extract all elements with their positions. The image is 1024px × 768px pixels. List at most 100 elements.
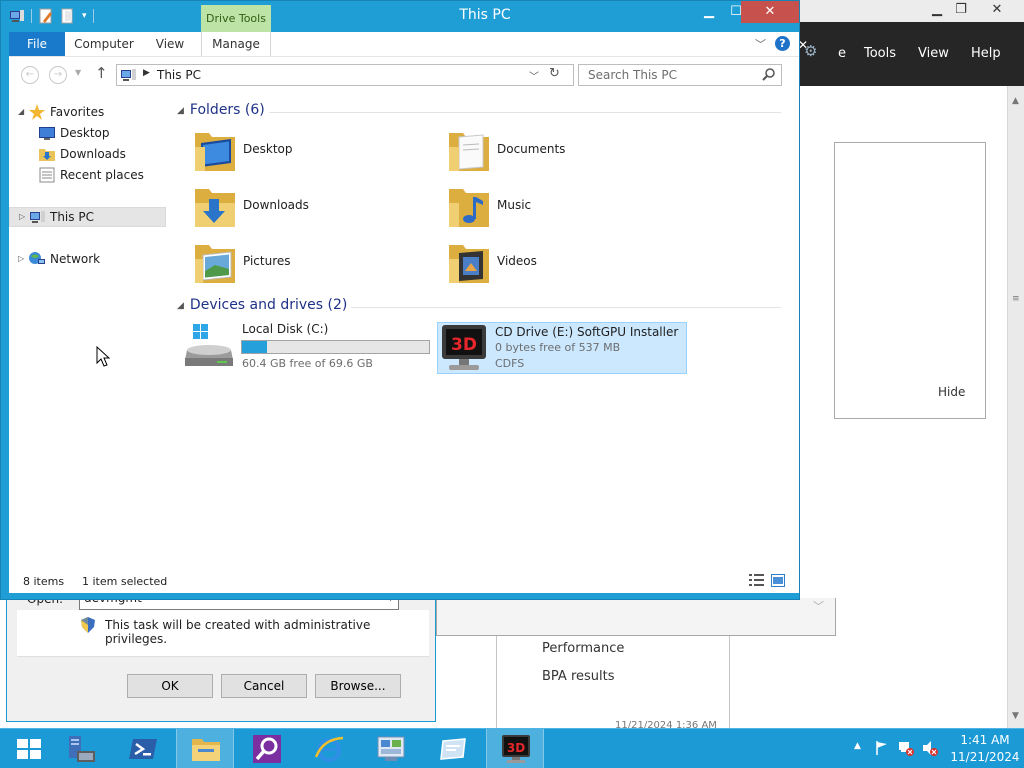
menu-tools[interactable]: Tools [864,46,896,61]
chevron-down-icon[interactable]: ﹀ [813,598,824,614]
breadcrumb-chevron-icon[interactable]: ▶ [143,68,150,78]
tree-item-favorites[interactable]: ◢ Favorites [9,102,166,122]
server-manager-icon [69,736,95,762]
minimize-button[interactable]: ▁ [695,1,723,23]
browse-button[interactable]: Browse... [315,674,401,698]
scroll-down-icon[interactable]: ▼ [1012,711,1019,721]
address-row: ← → ▼ ↑ ▶ This PC ﹀ ↻ [9,56,799,92]
menu-view[interactable]: View [918,46,949,61]
tree-label: Network [50,252,101,266]
help-icon[interactable]: ? [775,36,790,51]
close-button[interactable]: ✕ [741,1,799,23]
group-title: Folders (6) [189,102,265,118]
tree-label: Favorites [50,105,105,119]
scroll-thumb-grip-icon[interactable]: ≡ [1012,294,1020,304]
menu-help[interactable]: Help [971,46,1001,61]
show-hidden-icons-icon[interactable]: ▲ [854,741,861,751]
tree-item-network[interactable]: ▷ Network [9,249,166,269]
recent-locations-icon[interactable]: ▼ [75,68,81,77]
folder-item-videos[interactable]: Videos [435,237,685,291]
tab-manage[interactable]: Manage [201,32,271,56]
folder-item-documents[interactable]: Documents [435,125,685,179]
tab-computer[interactable]: Computer [69,32,139,56]
taskbar-search-tool[interactable] [238,729,296,768]
folder-item-pictures[interactable]: Pictures [181,237,431,291]
expand-ribbon-icon[interactable]: ﹀ [755,36,766,52]
expand-icon[interactable]: ▷ [18,249,24,269]
folder-item-downloads[interactable]: Downloads [181,181,431,235]
tile-performance[interactable]: Performance [542,641,624,656]
refresh-icon[interactable]: ↻ [549,66,560,81]
taskbar-3d-text: 3D [507,741,525,755]
tab-view[interactable]: View [147,32,193,56]
softgpu-3d-icon: 3D [442,325,486,370]
taskbar-file-explorer[interactable] [176,729,234,768]
documents-folder-icon [449,133,489,171]
action-center-flag-icon[interactable] [874,740,890,756]
taskbar-server-manager[interactable] [52,729,110,768]
tree-item-this-pc[interactable]: ▷ This PC [9,207,166,227]
title-bar[interactable]: ▾ Drive Tools This PC ▁ ☐ ✕ [1,1,799,32]
taskbar-powershell[interactable] [114,729,172,768]
up-arrow-icon[interactable]: ↑ [95,64,108,82]
search-input[interactable] [580,66,758,84]
control-panel-icon [377,736,405,761]
tile-bpa-results[interactable]: BPA results [542,669,615,684]
hide-link[interactable]: Hide [938,385,965,399]
server-manager-menubar: ✕ e Tools View Help [796,22,1024,86]
network-error-icon[interactable] [898,740,914,756]
folder-label: Pictures [243,254,291,268]
address-dropdown-icon[interactable]: ﹀ [529,68,539,83]
ok-button[interactable]: OK [127,674,213,698]
forward-button[interactable]: → [49,66,67,84]
drive-name: CD Drive (E:) SoftGPU Installer [495,325,679,339]
group-header-devices[interactable]: ◢ Devices and drives (2) [177,297,347,317]
tree-item-desktop[interactable]: Desktop [9,123,166,143]
folder-item-music[interactable]: Music [435,181,685,235]
tree-label: This PC [50,210,94,224]
search-icon[interactable] [761,67,777,83]
desktop-icon [39,127,55,140]
clock-date[interactable]: 11/21/2024 [950,750,1020,764]
tree-label: Recent places [60,168,144,182]
gear-icon[interactable]: ⚙ [804,42,817,60]
group-collapse-icon[interactable]: ◢ [177,106,184,116]
scroll-up-icon[interactable]: ▲ [1012,96,1019,106]
drive-item-e[interactable]: 3D CD Drive (E:) SoftGPU Installer 0 byt… [437,322,687,374]
details-view-icon[interactable] [749,574,764,587]
window-title: This PC [459,7,511,23]
downloads-folder-icon [195,189,235,227]
taskbar-softgpu-installer[interactable]: 3D [486,729,544,768]
hard-disk-icon [185,324,233,366]
breadcrumb[interactable]: This PC [157,68,201,82]
taskbar-control-panel[interactable] [362,729,420,768]
group-divider [351,307,781,308]
collapse-icon[interactable]: ◢ [18,102,24,122]
address-bar[interactable]: ▶ This PC ﹀ ↻ [116,64,574,86]
cancel-button[interactable]: Cancel [221,674,307,698]
group-collapse-icon[interactable]: ◢ [177,301,184,311]
group-header-folders[interactable]: ◢ Folders (6) [177,102,265,122]
tab-file[interactable]: File [9,32,65,56]
folder-item-desktop[interactable]: Desktop [181,125,431,179]
ribbon-tab-bar: File Computer View Manage ﹀ ? [9,32,799,56]
uac-shield-icon [81,617,95,633]
file-explorer-window: ▾ Drive Tools This PC ▁ ☐ ✕ File Compute… [0,0,800,600]
large-icons-view-icon[interactable] [771,574,785,587]
bg-close-button[interactable]: ✕ [980,0,1014,20]
volume-muted-icon[interactable] [922,740,938,756]
taskbar-internet-explorer[interactable] [300,729,358,768]
tree-item-recent-places[interactable]: Recent places [9,165,166,185]
tree-item-downloads[interactable]: Downloads [9,144,166,164]
clock-time[interactable]: 1:41 AM [950,733,1020,747]
this-pc-icon [30,211,45,223]
start-button[interactable] [0,729,58,768]
menu-item-manage-e[interactable]: e [838,46,846,61]
taskbar-remote-desktop[interactable] [424,729,482,768]
expand-icon[interactable]: ▷ [19,207,25,227]
desktop-folder-icon [195,133,235,171]
search-box[interactable] [578,64,782,86]
back-button[interactable]: ← [21,66,39,84]
drive-item-c[interactable]: Local Disk (C:) 60.4 GB free of 69.6 GB [185,320,439,372]
bg-vertical-scrollbar[interactable]: ▲ ≡ ▼ [1007,86,1024,728]
